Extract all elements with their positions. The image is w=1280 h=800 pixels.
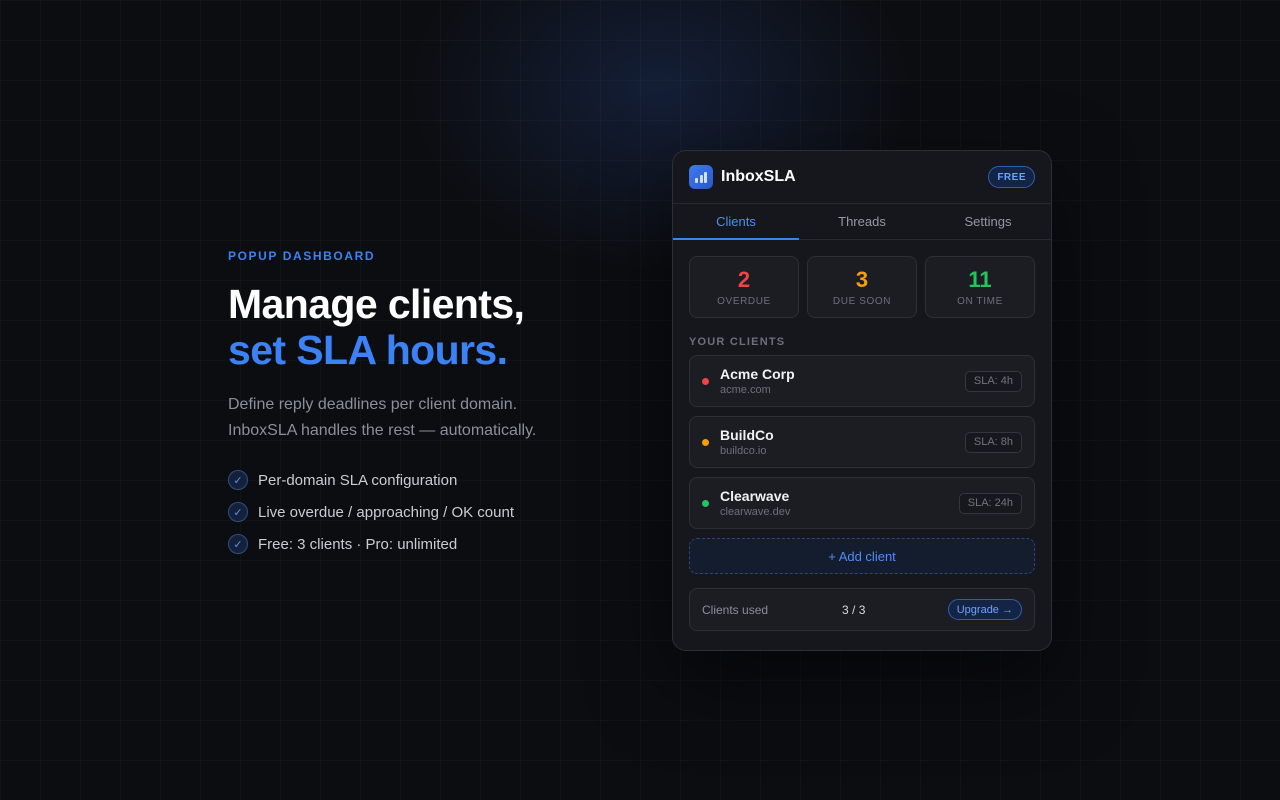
status-dot [702, 377, 709, 385]
stat-overdue: 2 OVERDUE [689, 256, 799, 318]
sla-badge[interactable]: SLA: 24h [958, 492, 1022, 514]
description-line-2: InboxSLA handles the rest — automaticall… [228, 422, 537, 439]
background-grid [0, 0, 1280, 800]
feature-text: Live overdue / approaching / OK count [258, 503, 514, 521]
tab-clients[interactable]: Clients [673, 204, 799, 240]
bar-chart-icon [689, 165, 713, 189]
tab-settings[interactable]: Settings [925, 204, 1051, 239]
stat-on-time: 11 ON TIME [925, 256, 1035, 318]
stat-value: 2 [737, 266, 751, 292]
client-row[interactable]: Acme Corp acme.com SLA: 4h [689, 355, 1035, 407]
description-line-1: Define reply deadlines per client domain… [228, 396, 518, 413]
extension-popup: InboxSLA FREE Clients Threads Settings 2… [672, 150, 1052, 651]
eyebrow-label: POPUP DASHBOARD [228, 249, 376, 263]
popup-header: InboxSLA FREE [673, 151, 1051, 204]
stats-row: 2 OVERDUE 3 DUE SOON 11 ON TIME [689, 256, 1035, 318]
status-dot [702, 499, 709, 507]
stat-label: OVERDUE [717, 295, 771, 307]
stat-value: 11 [968, 266, 992, 292]
stat-label: DUE SOON [832, 295, 892, 307]
headline-line-1: Manage clients, [228, 281, 525, 327]
feature-text: Per-domain SLA configuration [258, 471, 458, 489]
add-client-button[interactable]: + Add client [689, 538, 1035, 574]
feature-list: ✓ Per-domain SLA configuration ✓ Live ov… [228, 464, 628, 560]
hero-description: Define reply deadlines per client domain… [228, 392, 628, 444]
usage-count: 3 / 3 [842, 602, 866, 617]
client-domain: buildco.io [720, 444, 767, 457]
status-dot [702, 438, 709, 446]
app-name: InboxSLA [721, 168, 796, 185]
stat-label: ON TIME [957, 295, 1003, 307]
client-name: BuildCo [720, 426, 774, 443]
popup-body: 2 OVERDUE 3 DUE SOON 11 ON TIME YOUR CLI… [673, 240, 1051, 631]
page: POPUP DASHBOARD Manage clients, set SLA … [0, 0, 1280, 800]
usage-footer: Clients used 3 / 3 Upgrade → [689, 588, 1035, 631]
client-name: Acme Corp [720, 365, 795, 382]
tab-threads[interactable]: Threads [799, 204, 925, 239]
stat-due-soon: 3 DUE SOON [807, 256, 917, 318]
sla-badge[interactable]: SLA: 8h [964, 431, 1022, 453]
client-list: Acme Corp acme.com SLA: 4h BuildCo build… [689, 355, 1035, 529]
feature-item: ✓ Live overdue / approaching / OK count [228, 496, 628, 528]
hero-section: POPUP DASHBOARD Manage clients, set SLA … [228, 249, 628, 560]
client-row[interactable]: Clearwave clearwave.dev SLA: 24h [689, 477, 1035, 529]
client-domain: acme.com [720, 383, 771, 396]
feature-item: ✓ Per-domain SLA configuration [228, 464, 628, 496]
check-icon: ✓ [228, 534, 248, 554]
clients-section-title: YOUR CLIENTS [689, 336, 786, 348]
stat-value: 3 [855, 266, 869, 292]
check-icon: ✓ [228, 470, 248, 490]
client-row[interactable]: BuildCo buildco.io SLA: 8h [689, 416, 1035, 468]
client-name: Clearwave [720, 487, 790, 504]
upgrade-button[interactable]: Upgrade → [947, 599, 1022, 620]
usage-label: Clients used [702, 602, 769, 617]
hero-headline: Manage clients, set SLA hours. [228, 281, 628, 373]
feature-text: Free: 3 clients · Pro: unlimited [258, 535, 458, 553]
sla-badge[interactable]: SLA: 4h [964, 370, 1022, 392]
popup-tabs: Clients Threads Settings [673, 204, 1051, 240]
check-icon: ✓ [228, 502, 248, 522]
feature-item: ✓ Free: 3 clients · Pro: unlimited [228, 528, 628, 560]
client-domain: clearwave.dev [720, 505, 791, 518]
plan-badge: FREE [988, 166, 1035, 188]
headline-line-2: set SLA hours. [228, 327, 508, 373]
